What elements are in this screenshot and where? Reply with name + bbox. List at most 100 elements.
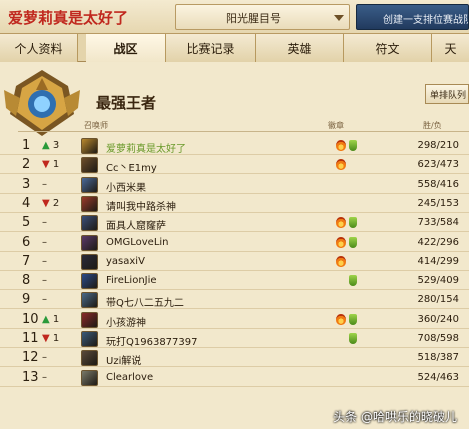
summoner-name[interactable]: 小西米果 bbox=[106, 179, 146, 194]
win-loss: 245/153 bbox=[417, 197, 459, 209]
player-name: 爱萝莉真是太好了 bbox=[8, 9, 129, 27]
rank-number: 6 bbox=[22, 234, 31, 250]
summoner-avatar-icon[interactable] bbox=[81, 215, 98, 232]
header-divider bbox=[18, 131, 469, 132]
rank-number: 2 bbox=[22, 157, 31, 173]
summoner-avatar-icon[interactable] bbox=[81, 138, 98, 154]
win-loss: 708/598 bbox=[417, 333, 459, 344]
rank-change-value: – bbox=[42, 371, 47, 383]
tab-match-history[interactable]: 比赛记录 bbox=[166, 34, 256, 62]
summoner-name[interactable]: Clearlove bbox=[106, 372, 153, 383]
rank-change: – bbox=[42, 217, 47, 228]
tab-bar: 个人资料 战区 比赛记录 英雄 符文 天 bbox=[0, 34, 469, 62]
summoner-avatar-icon[interactable] bbox=[81, 195, 98, 212]
ladder-row[interactable]: 3– 小西米果 558/416 bbox=[0, 176, 469, 194]
server-select[interactable]: 阳光腥目号 bbox=[175, 4, 350, 30]
rank-change: – bbox=[42, 256, 47, 267]
rank-change: – bbox=[42, 237, 47, 248]
ladder-row[interactable]: 8– FireLionJie 529/409 bbox=[0, 272, 469, 291]
watermark: 头条 @哈哄乐的晓破儿 bbox=[333, 410, 457, 424]
hot-streak-icon bbox=[336, 159, 346, 171]
rank-change: – bbox=[42, 352, 47, 363]
tab-ladder[interactable]: 战区 bbox=[86, 34, 166, 62]
ladder-row[interactable]: 12– Uzi解说 518/387 bbox=[0, 349, 469, 368]
veteran-badge-icon bbox=[349, 140, 357, 151]
ladder-row[interactable]: 9– 带Q七八二五九二 280/154 bbox=[0, 291, 469, 310]
veteran-badge-icon bbox=[349, 275, 357, 287]
summoner-name[interactable]: 带Q七八二五九二 bbox=[106, 294, 184, 309]
summoner-avatar-icon[interactable] bbox=[81, 176, 98, 193]
ladder-row[interactable]: 2 ▼ 1 Cc丶E1my 623/473 bbox=[0, 156, 469, 175]
arrow-down-icon: ▼ bbox=[42, 197, 50, 209]
rank-change-value: 1 bbox=[52, 159, 60, 171]
ladder-row[interactable]: 6– OMGLoveLin 422/296 bbox=[0, 234, 469, 252]
summoner-avatar-icon[interactable] bbox=[81, 253, 98, 270]
top-bar: 爱萝莉真是太好了 阳光腥目号 创建一支排位赛战队 bbox=[0, 0, 469, 34]
tab-runes[interactable]: 符文 bbox=[344, 34, 432, 62]
summoner-avatar-icon[interactable] bbox=[81, 273, 98, 290]
ladder-row[interactable]: 11 ▼ 1 玩打Q1963877397 708/598 bbox=[0, 330, 469, 348]
queue-select[interactable]: 单排队列 bbox=[425, 84, 469, 104]
summoner-avatar-icon[interactable] bbox=[81, 234, 98, 251]
rank-change: – bbox=[42, 372, 47, 383]
summoner-name[interactable]: OMGLoveLin bbox=[106, 237, 169, 248]
wins-column-header: 胜/负 bbox=[423, 121, 442, 130]
rank-change: – bbox=[42, 275, 47, 286]
tab-champions[interactable]: 英雄 bbox=[256, 34, 344, 62]
badges-column-header: 徽章 bbox=[328, 121, 344, 130]
rank-number: 12 bbox=[22, 350, 39, 366]
create-team-button[interactable]: 创建一支排位赛战队 bbox=[356, 4, 469, 30]
arrow-up-icon: ▲ bbox=[42, 140, 50, 151]
rank-change-value: – bbox=[42, 275, 47, 287]
summoner-name[interactable]: Cc丶E1my bbox=[106, 159, 157, 174]
rank-change: ▼ 1 bbox=[42, 159, 59, 170]
rank-number: 9 bbox=[22, 292, 31, 308]
rank-change: – bbox=[42, 179, 47, 190]
win-loss: 524/463 bbox=[417, 371, 459, 383]
rank-change: ▲ 3 bbox=[42, 140, 59, 151]
summoner-avatar-icon[interactable] bbox=[81, 311, 98, 328]
rank-change-value: – bbox=[42, 352, 47, 364]
rank-number: 3 bbox=[22, 176, 31, 192]
veteran-badge-icon bbox=[349, 217, 357, 229]
server-select-value: 阳光腥目号 bbox=[226, 12, 281, 25]
rank-change: ▲ 1 bbox=[42, 314, 59, 325]
summoner-name[interactable]: 小孩游神 bbox=[106, 314, 146, 329]
ladder-row[interactable]: 10 ▲ 1 小孩游神 360/240 bbox=[0, 311, 469, 329]
rank-number: 4 bbox=[22, 195, 31, 211]
tab-more[interactable]: 天 bbox=[432, 34, 469, 62]
ladder-row[interactable]: 1 ▲ 3 爱萝莉真是太好了 298/210 bbox=[0, 137, 469, 155]
veteran-badge-icon bbox=[349, 313, 357, 325]
win-loss: 280/154 bbox=[417, 294, 459, 306]
rank-change-value: – bbox=[42, 294, 47, 306]
win-loss: 518/387 bbox=[417, 352, 459, 364]
summoner-avatar-icon[interactable] bbox=[81, 157, 98, 174]
summoner-name[interactable]: Uzi解说 bbox=[106, 352, 141, 367]
summoner-avatar-icon[interactable] bbox=[81, 331, 98, 347]
rank-number: 7 bbox=[22, 253, 31, 269]
summoner-name[interactable]: 爱萝莉真是太好了 bbox=[106, 140, 186, 155]
rank-number: 11 bbox=[22, 331, 39, 346]
veteran-badge-icon bbox=[349, 236, 357, 248]
ladder-row[interactable]: 4 ▼ 2 请叫我中路杀神 245/153 bbox=[0, 195, 469, 213]
rank-number: 1 bbox=[22, 138, 31, 153]
rank-number: 5 bbox=[22, 215, 31, 231]
rank-change: – bbox=[42, 294, 47, 305]
summoner-avatar-icon[interactable] bbox=[81, 292, 98, 309]
ladder-row[interactable]: 5– 面具人窟窿萨 733/584 bbox=[0, 214, 469, 233]
win-loss: 298/210 bbox=[417, 140, 459, 151]
tab-profile[interactable]: 个人资料 bbox=[0, 34, 78, 62]
ladder-row[interactable]: 13– Clearlove 524/463 bbox=[0, 369, 469, 387]
summoner-name[interactable]: FireLionJie bbox=[106, 275, 157, 286]
summoner-name[interactable]: 面具人窟窿萨 bbox=[106, 217, 166, 232]
rank-change-value: 1 bbox=[52, 313, 60, 325]
summoner-avatar-icon[interactable] bbox=[81, 369, 98, 386]
summoner-name[interactable]: 玩打Q1963877397 bbox=[106, 333, 198, 348]
summoner-name[interactable]: 请叫我中路杀神 bbox=[106, 198, 176, 213]
rank-change: ▼ 2 bbox=[42, 198, 59, 209]
hot-streak-icon bbox=[336, 255, 346, 267]
summoner-name[interactable]: yasaxiV bbox=[106, 256, 145, 267]
summoner-avatar-icon[interactable] bbox=[81, 350, 98, 367]
rank-change-value: 3 bbox=[52, 140, 60, 151]
ladder-row[interactable]: 7– yasaxiV 414/299 bbox=[0, 253, 469, 271]
